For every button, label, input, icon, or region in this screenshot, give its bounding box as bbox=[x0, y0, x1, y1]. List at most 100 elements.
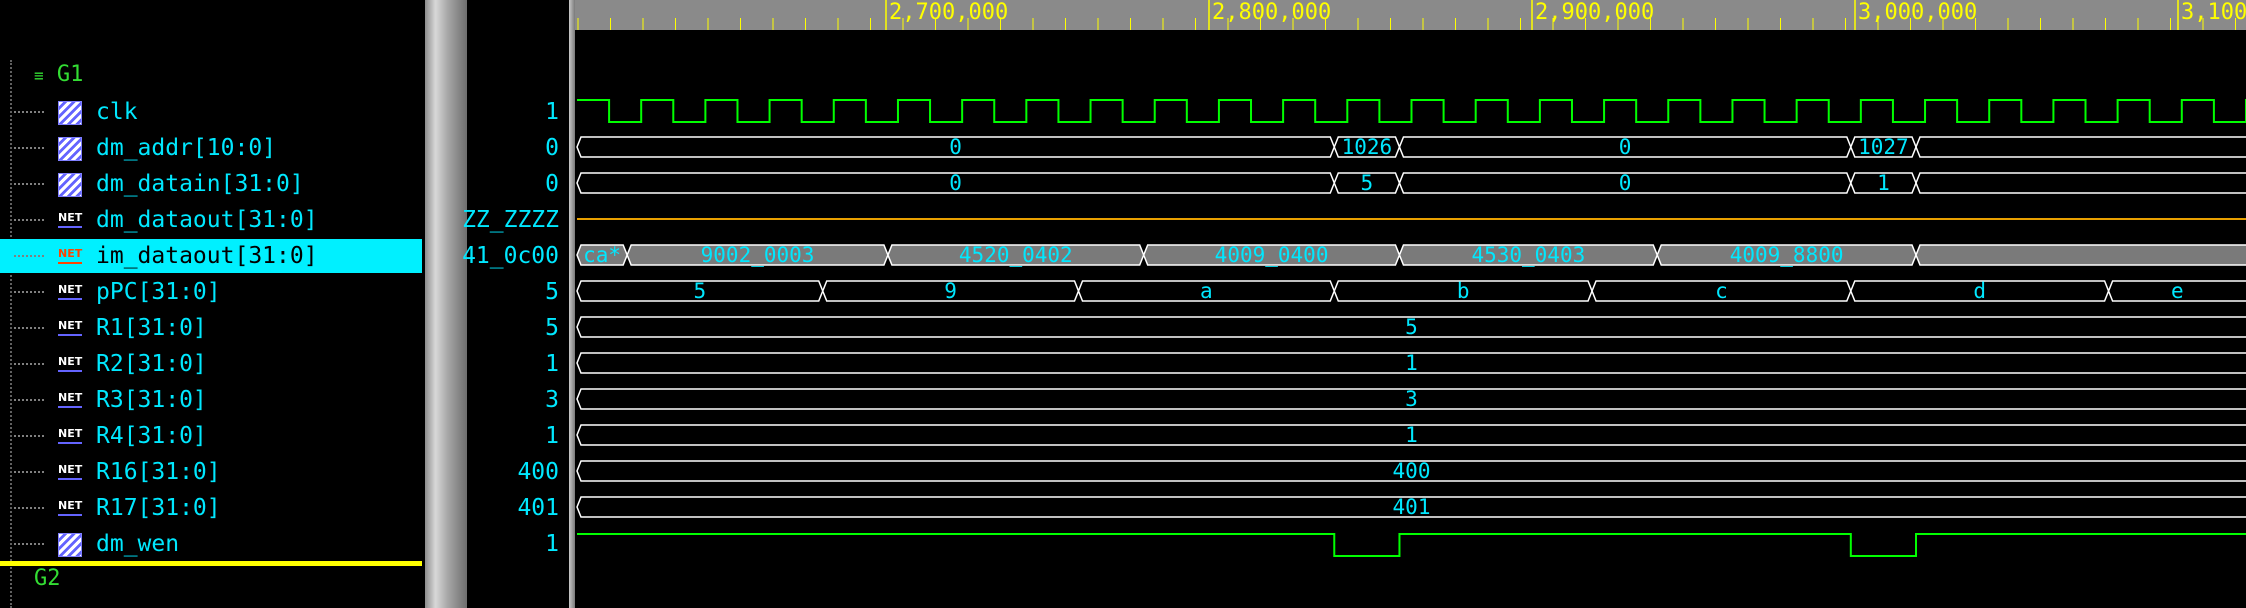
signal-row[interactable]: NET R3[31:0] bbox=[0, 383, 425, 417]
signal-value: 1 bbox=[545, 423, 559, 449]
bus-value-label: 0 bbox=[949, 171, 962, 195]
signal-row[interactable]: NET R16[31:0] bbox=[0, 455, 425, 489]
tree-connector bbox=[14, 435, 44, 437]
ruler-ticks: 2,700,000 2,800,000 2,900,000 3,000,000 3,10… bbox=[577, 0, 2246, 30]
bus-value-label: 5 bbox=[1361, 171, 1374, 195]
signal-name-panel: ≡ G1 clk dm_addr[10:0] dm_datain[31:0] NET d… bbox=[0, 0, 425, 608]
signal-value: 5 bbox=[545, 315, 559, 341]
bus-segment[interactable] bbox=[1915, 136, 2246, 158]
bus-segment[interactable] bbox=[1915, 244, 2246, 266]
register-icon bbox=[58, 533, 82, 557]
tree-connector bbox=[14, 255, 44, 257]
signal-name: R1[31:0] bbox=[96, 315, 207, 341]
time-ruler[interactable]: 2,700,000 2,800,000 2,900,000 3,000,000 3,10… bbox=[575, 0, 2246, 30]
panel-splitter[interactable] bbox=[425, 0, 467, 608]
signal-value-panel: 1 0 0 ZZ_ZZZZ 41_0c00 5 5 1 3 1 400 401 1 bbox=[462, 0, 569, 608]
signal-row[interactable]: NET R17[31:0] bbox=[0, 491, 425, 525]
ruler-tick-label: 2,700,000 bbox=[889, 0, 1008, 25]
signal-name: R16[31:0] bbox=[96, 459, 221, 485]
bus-value-label: 3 bbox=[1405, 387, 1418, 411]
signal-name: dm_addr[10:0] bbox=[96, 135, 277, 161]
tree-connector bbox=[14, 507, 44, 509]
bus-value-label: e bbox=[2171, 279, 2184, 303]
bus-value-label: b bbox=[1457, 279, 1470, 303]
bus-value-label: 1 bbox=[1405, 423, 1418, 447]
signal-name: dm_dataout[31:0] bbox=[96, 207, 318, 233]
net-icon: NET bbox=[58, 212, 82, 228]
signal-value: 1 bbox=[545, 351, 559, 377]
bus-value-label: 1 bbox=[1877, 171, 1890, 195]
bus-value-label: 9002_0003 bbox=[701, 243, 815, 267]
bus-value-label: 1027 bbox=[1858, 135, 1909, 159]
signal-row[interactable]: NET dm_dataout[31:0] bbox=[0, 203, 425, 237]
tree-connector bbox=[14, 543, 44, 545]
register-icon bbox=[58, 137, 82, 161]
signal-row[interactable]: NET R1[31:0] bbox=[0, 311, 425, 345]
bus-value-label: d bbox=[1973, 279, 1986, 303]
signal-row[interactable]: dm_datain[31:0] bbox=[0, 167, 425, 201]
tree-connector bbox=[14, 399, 44, 401]
signal-row[interactable]: NET pPC[31:0] bbox=[0, 275, 425, 309]
group-g1-label[interactable]: ≡ G1 bbox=[34, 62, 83, 87]
bus-value-label: 400 bbox=[1393, 459, 1431, 483]
net-icon: NET bbox=[58, 428, 82, 444]
signal-value: 400 bbox=[517, 459, 559, 485]
signal-row[interactable]: NET R4[31:0] bbox=[0, 419, 425, 453]
bus-segment[interactable] bbox=[1915, 172, 2246, 194]
group-g2-label[interactable]: G2 bbox=[34, 566, 61, 591]
signal-row[interactable]: dm_wen bbox=[0, 527, 425, 561]
signal-name: R4[31:0] bbox=[96, 423, 207, 449]
bus-value-label: 4530_0403 bbox=[1471, 243, 1585, 267]
tree-connector bbox=[14, 471, 44, 473]
signal-name: clk bbox=[96, 99, 138, 125]
group-expanded-icon[interactable]: ≡ bbox=[34, 66, 44, 85]
tree-connector bbox=[14, 363, 44, 365]
signal-row[interactable]: NET R2[31:0] bbox=[0, 347, 425, 381]
net-icon: NET bbox=[58, 284, 82, 300]
bus-value-label: 4009_8800 bbox=[1730, 243, 1844, 267]
waveform-canvas[interactable]: 0 1026 0 1027 0 5 0 1 ca* 9002_0003 4520_0402 4009_… bbox=[575, 30, 2246, 608]
ruler-tick-label: 3,100,000 bbox=[2181, 0, 2246, 25]
bus-value-label: 0 bbox=[1619, 171, 1632, 195]
signal-value: 401 bbox=[517, 495, 559, 521]
net-icon: NET bbox=[58, 392, 82, 408]
bus-value-label: 4009_0400 bbox=[1215, 243, 1329, 267]
group-g1-text: G1 bbox=[56, 62, 84, 87]
bus-value-label: 401 bbox=[1393, 495, 1431, 519]
tree-connector bbox=[14, 291, 44, 293]
waveform-panel[interactable]: 2,700,000 2,800,000 2,900,000 3,000,000 3,10… bbox=[575, 0, 2246, 608]
signal-value: 1 bbox=[545, 531, 559, 557]
tree-connector bbox=[14, 111, 44, 113]
signal-row[interactable]: clk bbox=[0, 95, 425, 129]
signal-value: 3 bbox=[545, 387, 559, 413]
net-icon: NET bbox=[58, 248, 82, 264]
ruler-tick-label: 2,900,000 bbox=[1535, 0, 1654, 25]
bus-value-label: 5 bbox=[1405, 315, 1418, 339]
net-icon: NET bbox=[58, 320, 82, 336]
bus-value-label: 9 bbox=[944, 279, 957, 303]
bus-value-label: 0 bbox=[1619, 135, 1632, 159]
tree-connector bbox=[14, 183, 44, 185]
tree-connector bbox=[14, 147, 44, 149]
bus-value-label: 0 bbox=[949, 135, 962, 159]
bus-value-label: ca* bbox=[583, 243, 621, 267]
signal-name: R3[31:0] bbox=[96, 387, 207, 413]
signal-row[interactable]: NET im_dataout[31:0] bbox=[0, 239, 422, 273]
signal-row[interactable]: dm_addr[10:0] bbox=[0, 131, 425, 165]
register-icon bbox=[58, 173, 82, 197]
signal-name: dm_wen bbox=[96, 531, 180, 557]
net-icon: NET bbox=[58, 464, 82, 480]
bus-value-label: 4520_0402 bbox=[959, 243, 1073, 267]
net-icon: NET bbox=[58, 356, 82, 372]
bus-value-label: a bbox=[1200, 279, 1213, 303]
clk-waveform[interactable] bbox=[577, 99, 2246, 123]
bus-value-label: 1026 bbox=[1342, 135, 1393, 159]
group-g2-separator bbox=[0, 561, 422, 566]
dm-wen-waveform[interactable] bbox=[577, 533, 2246, 557]
signal-name: R17[31:0] bbox=[96, 495, 221, 521]
net-icon: NET bbox=[58, 500, 82, 516]
signal-value: ZZ_ZZZZ bbox=[462, 207, 559, 233]
signal-value: 5 bbox=[545, 279, 559, 305]
signal-name: dm_datain[31:0] bbox=[96, 171, 304, 197]
ruler-tick-label: 2,800,000 bbox=[1212, 0, 1331, 25]
